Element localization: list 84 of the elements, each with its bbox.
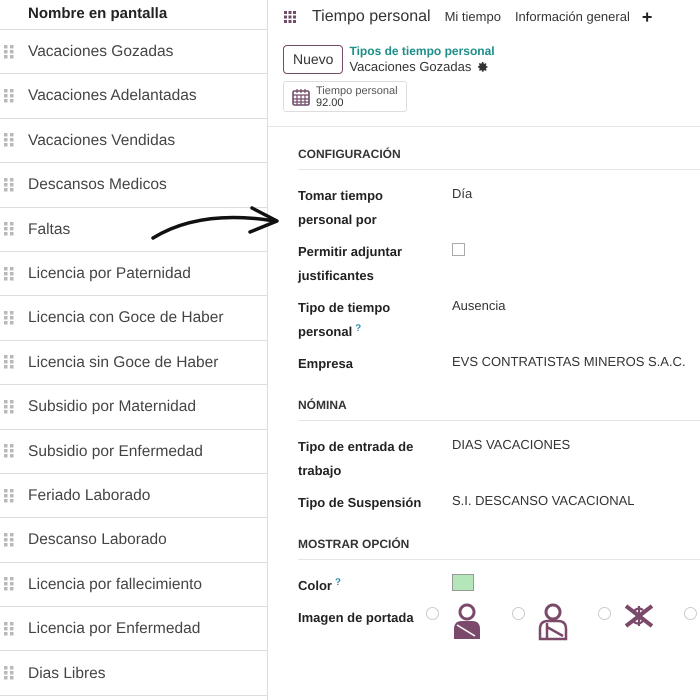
row-name: Vacaciones Gozadas: [28, 42, 174, 62]
drag-handle-icon[interactable]: [4, 622, 14, 636]
apps-menu-icon[interactable]: [284, 11, 296, 23]
drag-handle-icon[interactable]: [4, 577, 14, 592]
row-name: Descansos Medicos: [28, 175, 167, 196]
row-name: Subsidio por Enfermedad: [28, 442, 203, 462]
list-row[interactable]: Subsidio por Maternidad: [0, 385, 267, 430]
field-value: DIAS VACACIONES: [452, 436, 570, 454]
stat-label: Tiempo personal: [316, 84, 398, 96]
app-title[interactable]: Tiempo personal: [312, 5, 431, 29]
list-row[interactable]: Licencia por Paternidad: [0, 252, 267, 296]
drag-handle-icon[interactable]: [4, 400, 14, 414]
section-heading: CONFIGURACIÓN: [298, 135, 700, 170]
gear-icon[interactable]: [477, 60, 490, 72]
drag-handle-icon[interactable]: [4, 44, 14, 59]
row-name: Licencia por Enfermedad: [28, 619, 200, 640]
row-name: Feriado Laborado: [28, 486, 150, 506]
drag-handle-icon[interactable]: [4, 666, 14, 680]
field-label: Color $^{?}$: [298, 578, 341, 593]
row-name: Vacaciones Adelantadas: [28, 86, 197, 106]
section-heading: MOSTRAR OPCIÓN: [298, 525, 700, 560]
row-name: Licencia por Paternidad: [28, 264, 191, 284]
color-swatch[interactable]: [452, 574, 474, 591]
field-value: Día: [452, 185, 472, 203]
list-row[interactable]: Licencia sin Goce de Haber: [0, 340, 267, 386]
radio-button[interactable]: [512, 607, 525, 620]
list-row[interactable]: Dias Libres: [0, 651, 267, 696]
checkbox[interactable]: [452, 243, 465, 256]
field-label: Tipo de entrada de trabajo: [298, 439, 414, 478]
row-name: Dias Libres: [28, 664, 106, 684]
radio-button[interactable]: [684, 607, 697, 620]
radio-button[interactable]: [426, 607, 439, 620]
person-sling-icon: [451, 603, 483, 641]
list-row[interactable]: Descansos Medicos: [0, 163, 267, 208]
drag-handle-icon[interactable]: [4, 488, 14, 503]
new-button[interactable]: Nuevo: [283, 44, 344, 74]
field-value: S.I. DESCANSO VACACIONAL: [452, 492, 635, 510]
list-row[interactable]: Faltas: [0, 208, 267, 252]
nav-menu-item[interactable]: +: [642, 4, 652, 30]
drag-handle-icon[interactable]: [4, 266, 14, 281]
list-row[interactable]: Licencia por Enfermedad: [0, 607, 267, 652]
drag-handle-icon[interactable]: [4, 355, 14, 370]
record-title: Vacaciones Gozadas: [349, 59, 472, 74]
nav-menu-item[interactable]: Información general: [514, 7, 630, 27]
calendar-icon: [292, 88, 310, 106]
list-row[interactable]: Subsidio por Enfermedad: [0, 430, 267, 474]
drag-handle-icon[interactable]: [4, 222, 14, 236]
row-name: Licencia con Goce de Haber: [28, 308, 224, 328]
drag-handle-icon[interactable]: [4, 178, 14, 192]
column-header[interactable]: Nombre en pantalla: [28, 3, 168, 26]
drag-handle-icon[interactable]: [4, 133, 14, 148]
list-row[interactable]: Vacaciones Vendidas: [0, 118, 267, 164]
row-name: Licencia sin Goce de Haber: [28, 352, 218, 373]
no-money-icon: [623, 603, 655, 629]
row-name: Faltas: [28, 220, 70, 240]
list-row[interactable]: Licencia con Goce de Haber: [0, 296, 267, 341]
stat-value: 92.00: [316, 96, 344, 108]
field-label: Tipo de tiempo personal $^{?}$: [298, 300, 390, 339]
drag-handle-icon[interactable]: [4, 444, 14, 458]
list-row[interactable]: Vacaciones Gozadas: [0, 30, 267, 74]
field-label: Empresa: [298, 356, 353, 371]
breadcrumb-link[interactable]: Tipos de tiempo personal: [349, 44, 495, 59]
stat-button[interactable]: Tiempo personal 92.00: [283, 81, 407, 112]
person-sling-icon: [537, 603, 569, 641]
row-name: Descanso Laborado: [28, 530, 167, 550]
field-label: Tomar tiempo personal por: [298, 188, 383, 227]
field-label: Tipo de Suspensión: [298, 495, 422, 510]
section-heading: NÓMINA: [298, 386, 700, 421]
field-label: Imagen de portada: [298, 610, 414, 625]
row-name: Subsidio por Maternidad: [28, 397, 196, 418]
row-name: Vacaciones Vendidas: [28, 130, 176, 151]
drag-handle-icon[interactable]: [4, 532, 14, 547]
drag-handle-icon[interactable]: [4, 89, 14, 104]
field-value: Ausencia: [452, 297, 506, 315]
list-row[interactable]: Vacaciones Adelantadas: [0, 74, 267, 119]
list-row[interactable]: Descanso Laborado: [0, 518, 267, 563]
field-label: Permitir adjuntar justificantes: [298, 244, 402, 283]
list-row[interactable]: Feriado Laborado: [0, 474, 267, 518]
row-name: Licencia por fallecimiento: [28, 574, 202, 595]
field-value: EVS CONTRATISTAS MINEROS S.A.C.: [452, 353, 686, 371]
list-row[interactable]: Licencia por fallecimiento: [0, 562, 267, 608]
radio-button[interactable]: [598, 607, 611, 620]
drag-handle-icon[interactable]: [4, 311, 14, 326]
nav-menu-item[interactable]: Mi tiempo: [444, 7, 501, 27]
